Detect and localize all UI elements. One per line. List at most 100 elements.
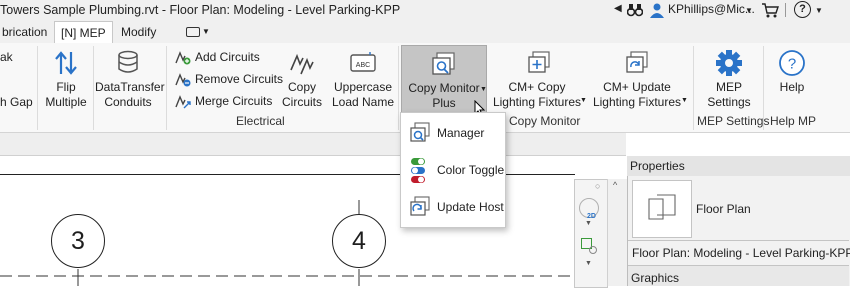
flip-multiple-button[interactable]: Flip Multiple [42, 46, 90, 112]
view-options-dropdown[interactable]: ▼ [184, 25, 210, 39]
uppercase-label-2: Load Name [331, 95, 395, 109]
properties-title: Properties [630, 159, 685, 173]
flip-arrows-icon [55, 51, 77, 75]
manager-icon [410, 122, 430, 142]
left-arrow-icon[interactable]: ◀ [614, 3, 622, 14]
flip-label-2: Multiple [45, 95, 87, 109]
chevron-down-icon: ▼ [202, 27, 210, 36]
separator [398, 46, 399, 130]
floor-plan-icon [648, 194, 676, 220]
copy-monitor-plus-dropdown: Manager Color Toggle Update Host [400, 112, 506, 228]
steering-wheel-icon[interactable]: 2D [579, 198, 599, 220]
chevron-down-icon[interactable]: ▼ [585, 220, 592, 227]
remove-circuit-icon [175, 73, 191, 87]
help-dropdown-icon[interactable]: ▼ [815, 6, 823, 15]
add-circuits-button[interactable]: Add Circuits [175, 49, 290, 67]
uppercase-label-1: Uppercase [333, 80, 393, 94]
cm-copy-label-2: Lighting Fixtures [492, 95, 582, 109]
add-circuit-icon [175, 51, 191, 65]
dropdown-arrow-icon: ▼ [480, 86, 487, 93]
copy-monitor-icon [432, 52, 455, 75]
database-icon [118, 50, 138, 73]
user-name[interactable]: KPhillips@Mic... [668, 2, 755, 16]
copy-circuits-button[interactable]: Copy Circuits [280, 46, 324, 112]
separator [166, 46, 167, 130]
scroll-up-icon[interactable]: ^ [613, 180, 617, 190]
window-icon [186, 27, 200, 37]
navigation-bar: ○ 2D ▼ ▼ [574, 179, 608, 288]
separator [693, 46, 694, 130]
partial-button-bottom[interactable]: h Gap [0, 95, 33, 109]
add-circuits-label: Add Circuits [195, 50, 260, 64]
manager-label: Manager [437, 126, 485, 140]
cart-icon[interactable] [761, 2, 779, 18]
dropdown-item-color-toggle[interactable]: Color Toggle [401, 152, 505, 188]
dropdown-item-update-host[interactable]: Update Host [401, 189, 505, 225]
tab-modify[interactable]: Modify [115, 21, 162, 43]
separator [37, 46, 38, 130]
uppercase-load-name-button[interactable]: ABC Uppercase Load Name [331, 46, 395, 112]
window-title: Towers Sample Plumbing.rvt - Floor Plan:… [0, 3, 401, 17]
dropdown-arrow-icon: ▼ [681, 97, 688, 104]
panel-label-electrical: Electrical [236, 114, 285, 128]
dropdown-arrow-icon: ▼ [580, 97, 587, 104]
type-preview [632, 180, 692, 238]
user-dropdown-icon[interactable]: ▼ [745, 6, 753, 15]
update-host-icon [410, 196, 430, 216]
zoom-icon[interactable] [579, 236, 597, 254]
close-icon[interactable]: ○ [595, 181, 600, 191]
panel-label-mep-settings: MEP Settings [697, 114, 770, 128]
svg-text:?: ? [788, 56, 796, 73]
view-selector[interactable]: Floor Plan: Modeling - Level Parking-KPP [632, 246, 850, 260]
view-tab-strip [0, 133, 626, 156]
graphics-section-label: Graphics [631, 271, 680, 285]
tab-n-mep[interactable]: [N] MEP [54, 21, 113, 44]
datatransfer-conduits-button[interactable]: DataTransfer Conduits [95, 46, 165, 112]
user-icon[interactable] [649, 2, 665, 18]
type-name[interactable]: Floor Plan [696, 202, 751, 216]
chevron-down-icon[interactable]: ▼ [585, 260, 592, 267]
flip-label-1: Flip [56, 80, 76, 94]
tab-fabrication[interactable]: brication [0, 21, 53, 43]
view-2d-badge: 2D [587, 213, 596, 220]
dropdown-item-manager[interactable]: Manager [401, 115, 505, 151]
update-host-label: Update Host [437, 200, 504, 214]
help-circle-icon[interactable]: ? [794, 1, 811, 18]
datatransfer-label-1: DataTransfer [95, 80, 165, 94]
copy-circuits-label-1: Copy [287, 80, 316, 94]
cm-update-label-2: Lighting Fixtures [592, 95, 682, 109]
svg-text:ABC: ABC [356, 62, 370, 69]
separator [628, 240, 849, 241]
color-toggle-label: Color Toggle [437, 163, 505, 177]
separator [93, 46, 94, 130]
grid-bubble-4[interactable]: 4 [332, 214, 386, 268]
copy-monitor-plus-label-1: Copy Monitor [408, 81, 480, 95]
gear-icon [716, 50, 742, 76]
vertical-scrollbar[interactable]: ^ [607, 179, 627, 286]
mep-settings-label-2: Settings [707, 95, 751, 109]
cm-update-lighting-fixtures-button[interactable]: CM+ Update Lighting Fixtures ▼ [592, 46, 688, 112]
grid-bubble-3[interactable]: 3 [51, 214, 105, 268]
binoculars-icon[interactable] [627, 3, 643, 17]
partial-button-top[interactable]: ak [0, 50, 13, 64]
merge-circuits-label: Merge Circuits [195, 94, 273, 108]
separator [785, 3, 786, 17]
remove-circuits-label: Remove Circuits [195, 72, 284, 86]
merge-circuits-button[interactable]: Merge Circuits [175, 93, 290, 111]
help-icon: ? [779, 50, 805, 76]
merge-circuit-icon [175, 95, 191, 109]
cm-update-label-1: CM+ Update [603, 80, 671, 94]
copy-circuits-label-2: Circuits [281, 95, 322, 109]
panel-label-help-mp: Help MP [770, 114, 817, 128]
copy-fixtures-icon [528, 51, 550, 73]
copy-circuits-icon [290, 53, 314, 75]
help-button[interactable]: ? Help [766, 46, 818, 112]
cm-copy-label-1: CM+ Copy [508, 80, 566, 94]
uppercase-text-icon: ABC [350, 52, 376, 72]
datatransfer-label-2: Conduits [104, 95, 152, 109]
remove-circuits-button[interactable]: Remove Circuits [175, 71, 290, 89]
mep-settings-button[interactable]: MEP Settings [697, 46, 761, 112]
color-toggle-icon [411, 158, 425, 183]
update-fixtures-icon [626, 51, 648, 73]
cm-copy-lighting-fixtures-button[interactable]: CM+ Copy Lighting Fixtures ▼ [492, 46, 588, 112]
